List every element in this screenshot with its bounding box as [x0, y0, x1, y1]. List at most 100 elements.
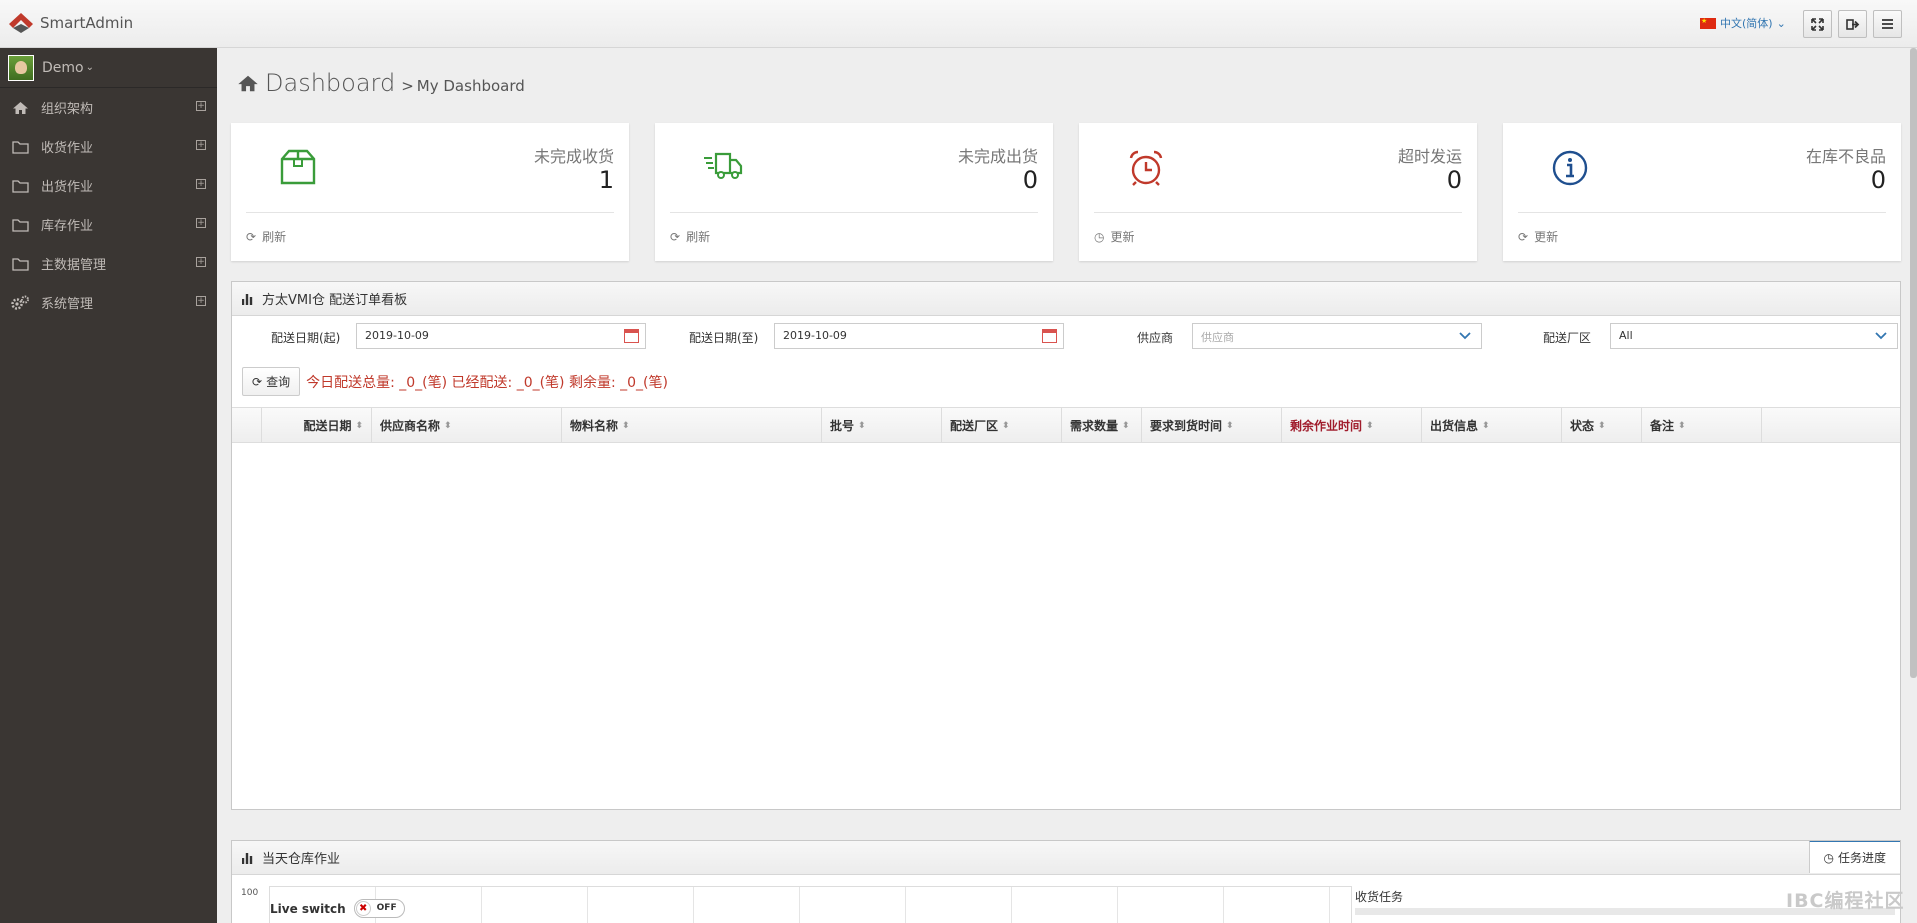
chevron-down-icon: ⌄: [85, 62, 94, 73]
sort-icon: ⬍: [355, 420, 363, 431]
watermark: IBC编程社区: [1786, 890, 1905, 912]
breadcrumb: Dashboard > My Dashboard: [237, 69, 525, 97]
start-date-input[interactable]: 2019-10-09: [356, 323, 646, 349]
calendar-icon[interactable]: [624, 329, 639, 343]
gears-icon: [11, 295, 29, 310]
column-remarks[interactable]: 备注 ⬍: [1642, 408, 1762, 443]
checkbox-column: [232, 408, 262, 443]
truck-icon: [704, 152, 743, 179]
sort-icon: ⬍: [444, 420, 452, 431]
clock-icon: ◷: [1094, 229, 1105, 244]
sort-icon: ⬍: [858, 420, 866, 431]
column-supplier-name[interactable]: 供应商名称 ⬍: [372, 408, 562, 443]
page-scrollbar[interactable]: [1910, 48, 1917, 678]
language-selector[interactable]: 中文(简体) ⌄: [1700, 15, 1786, 31]
card-label: 未完成收货: [533, 147, 614, 166]
app-name: SmartAdmin: [40, 14, 134, 32]
fullscreen-icon: [1811, 17, 1824, 31]
column-required-arrival[interactable]: 要求到货时间 ⬍: [1142, 408, 1282, 443]
zone-select[interactable]: All: [1610, 323, 1898, 349]
live-switch-label: Live switch: [270, 901, 346, 916]
column-delivery-zone[interactable]: 配送厂区 ⬍: [942, 408, 1062, 443]
folder-icon: [11, 179, 29, 193]
menu-icon: [1882, 19, 1893, 29]
app-logo[interactable]: SmartAdmin: [8, 12, 133, 34]
supplier-select[interactable]: 供应商: [1192, 323, 1482, 349]
sidebar-item-label: 出货作业: [41, 180, 94, 195]
stat-card-receiving: 未完成收货 1 ⟳ 刷新: [231, 123, 629, 261]
start-date-label: 配送日期(起): [271, 331, 341, 345]
end-date-input[interactable]: 2019-10-09: [774, 323, 1064, 349]
sidebar-item-label: 组织架构: [41, 102, 94, 117]
card-label: 超时发运: [1397, 147, 1462, 166]
sidebar-item-master-data[interactable]: 主数据管理 +: [0, 244, 217, 283]
toggle-state: OFF: [376, 903, 397, 913]
update-link[interactable]: ◷ 更新: [1094, 228, 1135, 245]
chevron-down-icon: ⌄: [1776, 16, 1786, 30]
sidebar: Demo ⌄ 组织架构 + 收货作业 + 出货作业 + 库存作业 + 主数据管理…: [0, 48, 217, 923]
card-value: 0: [1446, 166, 1462, 194]
column-batch-no[interactable]: 批号 ⬍: [822, 408, 942, 443]
clock-icon: ◷: [1823, 850, 1834, 865]
refresh-icon: ⟳: [252, 374, 263, 389]
tab-task-progress[interactable]: ◷ 任务进度: [1808, 841, 1900, 873]
sidebar-item-label: 库存作业: [41, 219, 94, 234]
chevron-down-icon: [1459, 332, 1471, 340]
column-remaining-time[interactable]: 剩余作业时间 ⬍: [1282, 408, 1422, 443]
column-demand-qty[interactable]: 需求数量 ⬍: [1062, 408, 1142, 443]
live-switch: Live switch ✖ OFF: [270, 899, 405, 918]
expand-icon[interactable]: +: [196, 140, 206, 150]
home-icon: [12, 101, 28, 114]
card-footer-label: 刷新: [686, 230, 711, 244]
sidebar-item-inventory[interactable]: 库存作业 +: [0, 205, 217, 244]
start-date-value: 2019-10-09: [365, 329, 429, 342]
end-date-label: 配送日期(至): [689, 331, 759, 345]
query-button[interactable]: ⟳ 查询: [242, 367, 301, 396]
user-profile[interactable]: Demo ⌄: [0, 48, 217, 88]
close-icon: ✖: [355, 901, 371, 916]
sort-icon: ⬍: [622, 420, 630, 431]
refresh-link[interactable]: ⟳ 更新: [1518, 228, 1558, 245]
stat-card-overdue: 超时发运 0 ◷ 更新: [1079, 123, 1477, 261]
expand-icon[interactable]: +: [196, 257, 206, 267]
sort-icon: ⬍: [1226, 420, 1234, 431]
y-axis-tick: 100: [241, 888, 259, 898]
column-delivery-date[interactable]: 配送日期 ⬍: [262, 408, 372, 443]
panel-header: 当天仓库作业 ◷ 任务进度: [232, 841, 1900, 875]
user-name: Demo: [42, 59, 84, 76]
column-shipping-info[interactable]: 出货信息 ⬍: [1422, 408, 1562, 443]
menu-button[interactable]: [1873, 10, 1902, 38]
china-flag-icon: [1700, 17, 1716, 29]
expand-icon[interactable]: +: [196, 179, 206, 189]
refresh-link[interactable]: ⟳ 刷新: [670, 228, 710, 245]
expand-icon[interactable]: +: [196, 218, 206, 228]
column-status[interactable]: 状态 ⬍: [1562, 408, 1642, 443]
column-material-name[interactable]: 物料名称 ⬍: [562, 408, 822, 443]
folder-icon: [11, 218, 29, 232]
breadcrumb-separator: >: [401, 77, 414, 95]
logout-button[interactable]: [1838, 10, 1867, 38]
supplier-label: 供应商: [1137, 331, 1174, 345]
sidebar-item-org[interactable]: 组织架构 +: [0, 88, 217, 127]
expand-icon[interactable]: +: [196, 296, 206, 306]
live-toggle[interactable]: ✖ OFF: [353, 899, 405, 918]
sidebar-item-receiving[interactable]: 收货作业 +: [0, 127, 217, 166]
stat-card-defective: 在库不良品 0 ⟳ 更新: [1503, 123, 1901, 261]
summary-text: 今日配送总量: _0_(笔) 已经配送: _0_(笔) 剩余量: _0_(笔): [306, 374, 668, 391]
refresh-link[interactable]: ⟳ 刷新: [246, 228, 286, 245]
smartadmin-logo-icon: [9, 13, 33, 33]
end-date-value: 2019-10-09: [783, 329, 847, 342]
query-button-label: 查询: [266, 375, 291, 389]
sort-icon: ⬍: [1122, 420, 1130, 431]
card-label: 未完成出货: [957, 147, 1038, 166]
folder-icon: [11, 257, 29, 271]
sidebar-item-shipping[interactable]: 出货作业 +: [0, 166, 217, 205]
fullscreen-button[interactable]: [1803, 10, 1832, 38]
sidebar-item-system[interactable]: 系统管理 +: [0, 283, 217, 322]
avatar: [8, 54, 34, 81]
filter-bar: 配送日期(起) 2019-10-09 配送日期(至) 2019-10-09 供应…: [232, 321, 1900, 351]
calendar-icon[interactable]: [1042, 329, 1057, 343]
logout-icon: [1845, 18, 1859, 30]
expand-icon[interactable]: +: [196, 101, 206, 111]
refresh-icon: ⟳: [670, 229, 681, 244]
